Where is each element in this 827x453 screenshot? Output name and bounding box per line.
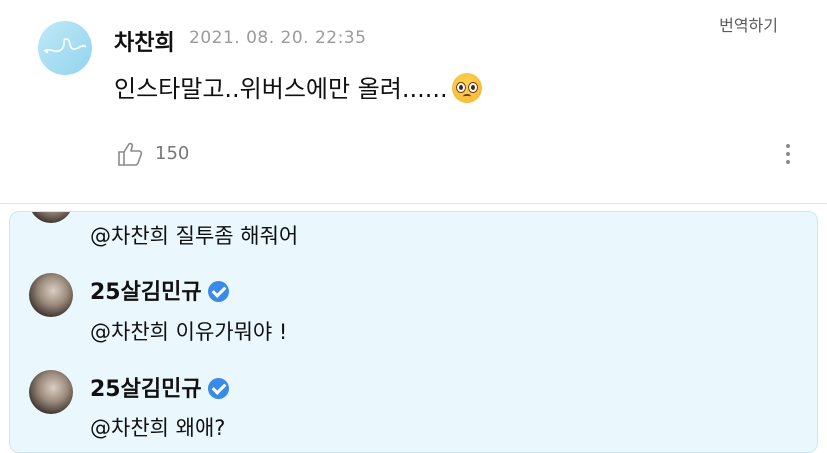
reply-author[interactable]: 25살김민규 [90, 371, 229, 403]
post-timestamp: 2021. 08. 20. 22:35 [189, 28, 367, 48]
pleading-face-emoji-icon [451, 73, 482, 103]
verified-badge-icon [207, 378, 229, 399]
post-author-name[interactable]: 차찬희 [114, 25, 175, 57]
reply-author-name[interactable]: 25살김민규 [90, 377, 202, 402]
like-count: 150 [155, 143, 190, 164]
reply-text: @차찬희 왜애? [90, 416, 226, 440]
reply-avatar[interactable] [29, 370, 73, 414]
translate-button[interactable]: 번역하기 [719, 12, 778, 36]
reply-text: @차찬희 이유가뭐야 ! [90, 320, 288, 344]
reply-text: @차찬희 질투좀 해줘어 [90, 224, 299, 248]
reply-avatar[interactable] [29, 212, 73, 223]
post-body-text: 인스타말고..위버스에만 올려...... [114, 75, 448, 103]
more-options-icon[interactable] [785, 141, 791, 169]
reply-author[interactable]: 25살김민규 [90, 274, 229, 306]
post-card: 차찬희 2021. 08. 20. 22:35 번역하기 인스타말고..위버스에… [0, 0, 827, 202]
divider [0, 203, 827, 204]
like-icon[interactable] [116, 140, 144, 168]
reply-author-name[interactable]: 25살김민규 [90, 280, 202, 305]
author-avatar[interactable] [38, 21, 92, 75]
reply-avatar[interactable] [29, 273, 73, 317]
post-body: 인스타말고..위버스에만 올려...... [114, 69, 482, 104]
reply-thread: @차찬희 질투좀 해줘어 25살김민규 @차찬희 이유가뭐야 ! 25살김민규 … [9, 211, 818, 453]
verified-badge-icon [207, 281, 229, 302]
